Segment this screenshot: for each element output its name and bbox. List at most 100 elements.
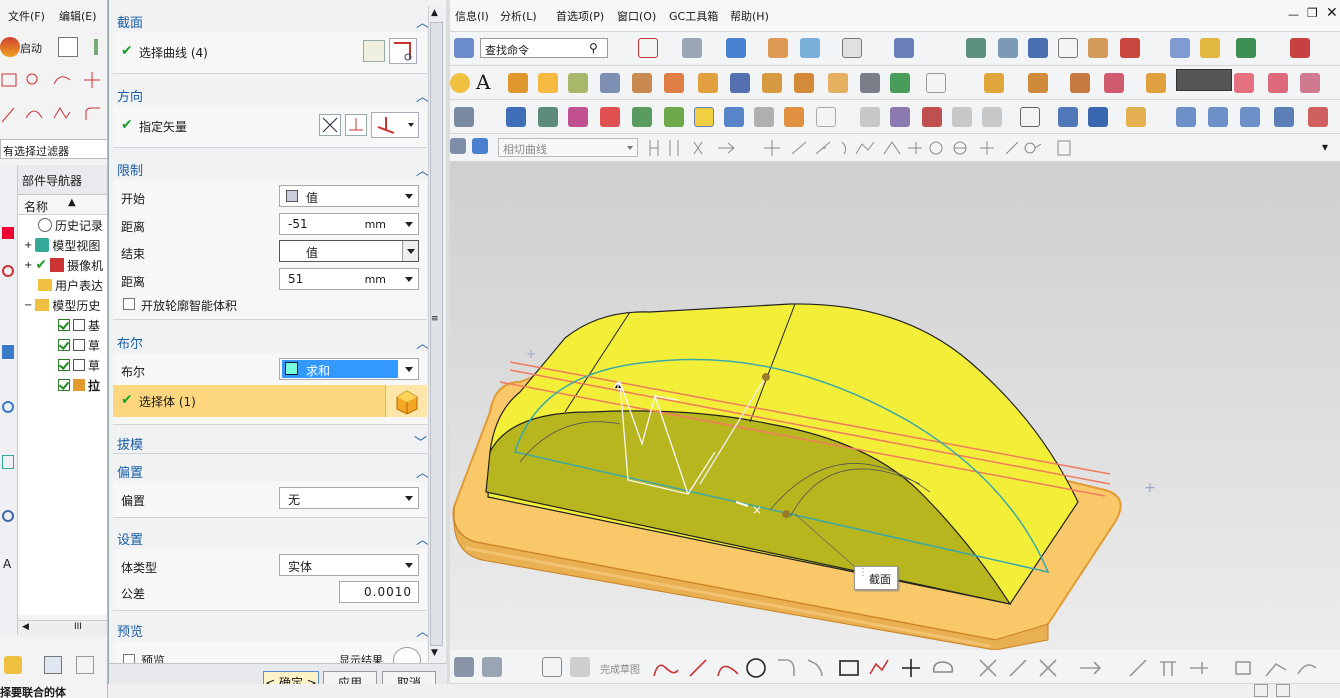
finish-sketch-icon[interactable] <box>570 657 590 677</box>
offset-header[interactable]: 偏置 ︿ <box>109 456 429 482</box>
select-icon[interactable] <box>454 38 474 58</box>
show-result-button[interactable] <box>393 647 421 663</box>
status-window-icon[interactable] <box>1276 684 1290 697</box>
revolve-icon[interactable] <box>538 73 558 93</box>
graphics-window[interactable]: × + + ⋮ 截面 <box>450 162 1340 651</box>
boss-icon[interactable] <box>600 73 620 93</box>
pad-icon[interactable] <box>664 73 684 93</box>
sketch-tools[interactable] <box>650 656 1340 680</box>
tree-item-model-views[interactable]: + 模型视图 <box>24 235 100 255</box>
open-profile-checkbox[interactable] <box>123 298 135 310</box>
sew-icon[interactable] <box>1274 107 1294 127</box>
fit-view-icon[interactable] <box>638 38 658 58</box>
image-icon[interactable] <box>922 107 942 127</box>
spline-icon[interactable] <box>52 70 72 90</box>
offset-face-icon[interactable] <box>1300 73 1320 93</box>
screen-capture-icon[interactable] <box>816 107 836 127</box>
view-orient-icon[interactable] <box>454 657 474 677</box>
trim-icon[interactable] <box>82 70 102 90</box>
menu-window[interactable]: 窗口(O) <box>617 8 656 24</box>
rectangle-icon[interactable] <box>0 70 20 90</box>
pocket-icon[interactable] <box>632 73 652 93</box>
grid-snap-icon[interactable] <box>1290 38 1310 58</box>
grid-view-icon[interactable] <box>44 656 62 674</box>
paint-icon[interactable] <box>568 107 588 127</box>
rotate-view-icon[interactable] <box>682 38 702 58</box>
scroll-thumb[interactable] <box>430 22 443 646</box>
surface-icon[interactable] <box>1176 107 1196 127</box>
menu-file[interactable]: 文件(F) <box>8 8 45 24</box>
minimize-icon[interactable]: — <box>1288 8 1299 21</box>
tree-item-user-expressions[interactable]: 用户表达 <box>38 275 103 295</box>
reuse-library-icon[interactable] <box>2 345 14 359</box>
start-icon[interactable] <box>0 37 20 57</box>
preview-header[interactable]: 预览 ︿ <box>109 615 429 641</box>
cylinder-icon[interactable] <box>860 73 880 93</box>
vector-dialog-icon[interactable] <box>345 114 367 136</box>
drag-handle-top[interactable] <box>762 373 770 381</box>
rib-icon[interactable] <box>794 73 814 93</box>
spotlight-icon[interactable] <box>664 107 684 127</box>
tree-item-sketch-1[interactable]: 草 <box>58 335 100 355</box>
history-palette-icon[interactable] <box>2 455 14 469</box>
section-header[interactable]: 截面 ︿ <box>109 6 429 32</box>
settings-header[interactable]: 设置 ︿ <box>109 523 429 549</box>
tolerance-input[interactable]: 0.0010 <box>339 581 419 603</box>
assembly-nav-icon[interactable] <box>2 227 14 239</box>
studio-icon[interactable] <box>754 107 774 127</box>
orient-view-icon[interactable] <box>768 38 788 58</box>
status-grid-icon[interactable] <box>1254 684 1268 697</box>
selection-filter[interactable]: 有选择过滤器 <box>0 139 107 159</box>
sketch-icon[interactable] <box>542 657 562 677</box>
drag-handle-center[interactable] <box>782 510 790 518</box>
scroll-up-icon[interactable]: ▲ <box>431 8 438 18</box>
start-label[interactable]: 启动 <box>20 40 42 56</box>
navigator-hscroll[interactable]: ◀ III <box>18 620 107 636</box>
finish-sketch-label[interactable]: 完成草图 <box>600 661 640 676</box>
web-browser-icon[interactable] <box>2 401 14 413</box>
edge-blend-icon[interactable] <box>984 73 1004 93</box>
draft-icon[interactable] <box>828 73 848 93</box>
visible-checkbox[interactable] <box>58 359 70 371</box>
curve-rule-select[interactable]: 相切曲线 <box>498 138 638 157</box>
visible-checkbox[interactable] <box>58 319 70 331</box>
move-object-icon[interactable] <box>998 38 1018 58</box>
visible-checkbox[interactable] <box>58 339 70 351</box>
section-view-icon[interactable] <box>894 38 914 58</box>
scroll-grip-icon[interactable]: ≡ <box>431 314 439 324</box>
offset-select[interactable]: 无 <box>279 487 419 509</box>
selected-tool-icon[interactable] <box>694 107 714 127</box>
macro-icon[interactable] <box>1236 38 1256 58</box>
sketch-relations-icon[interactable] <box>1308 107 1328 127</box>
view-tool-icon[interactable] <box>4 656 22 674</box>
menu-gc-toolkit[interactable]: GC工具箱 <box>669 8 718 24</box>
constraint-nav-icon[interactable] <box>2 265 14 277</box>
scroll-left-icon[interactable]: ◀ <box>22 622 29 632</box>
sweep-icon[interactable] <box>1240 107 1260 127</box>
start-select[interactable]: 值 <box>279 185 419 207</box>
ruler-icon[interactable] <box>86 37 106 57</box>
menu-edit[interactable]: 编辑(E) <box>59 8 97 24</box>
scroll-down-icon[interactable]: ▼ <box>431 648 438 658</box>
fillet-icon[interactable] <box>82 104 102 124</box>
sketch-group-icon[interactable] <box>1058 38 1078 58</box>
column-header[interactable]: 名称 ▲ <box>18 195 107 215</box>
dropdown-button[interactable] <box>402 241 418 261</box>
split-body-icon[interactable] <box>1146 73 1166 93</box>
limits-header[interactable]: 限制 ︿ <box>109 154 429 180</box>
roles-icon[interactable]: A <box>3 557 11 571</box>
rendering-icon[interactable] <box>506 107 526 127</box>
boolean-header[interactable]: 布尔 ︿ <box>109 327 429 353</box>
restore-icon[interactable]: ❐ <box>1307 6 1318 20</box>
unite-feature-icon[interactable] <box>890 73 910 93</box>
tree-item-cameras[interactable]: + ✔ 摄像机 <box>24 255 103 275</box>
camera-icon[interactable] <box>538 107 558 127</box>
wcs-icon[interactable] <box>800 38 820 58</box>
select-body-row[interactable]: ✔ 选择体 (1) <box>113 385 427 417</box>
distance-end-input[interactable]: 51 mm <box>279 268 419 290</box>
text-tool-icon[interactable]: A <box>476 70 490 94</box>
mesh-icon[interactable] <box>1208 107 1228 127</box>
chamfer-icon[interactable] <box>1028 73 1048 93</box>
search-icon[interactable]: ⚲ <box>589 41 598 55</box>
tree-item-sketch-2[interactable]: 草 <box>58 355 100 375</box>
